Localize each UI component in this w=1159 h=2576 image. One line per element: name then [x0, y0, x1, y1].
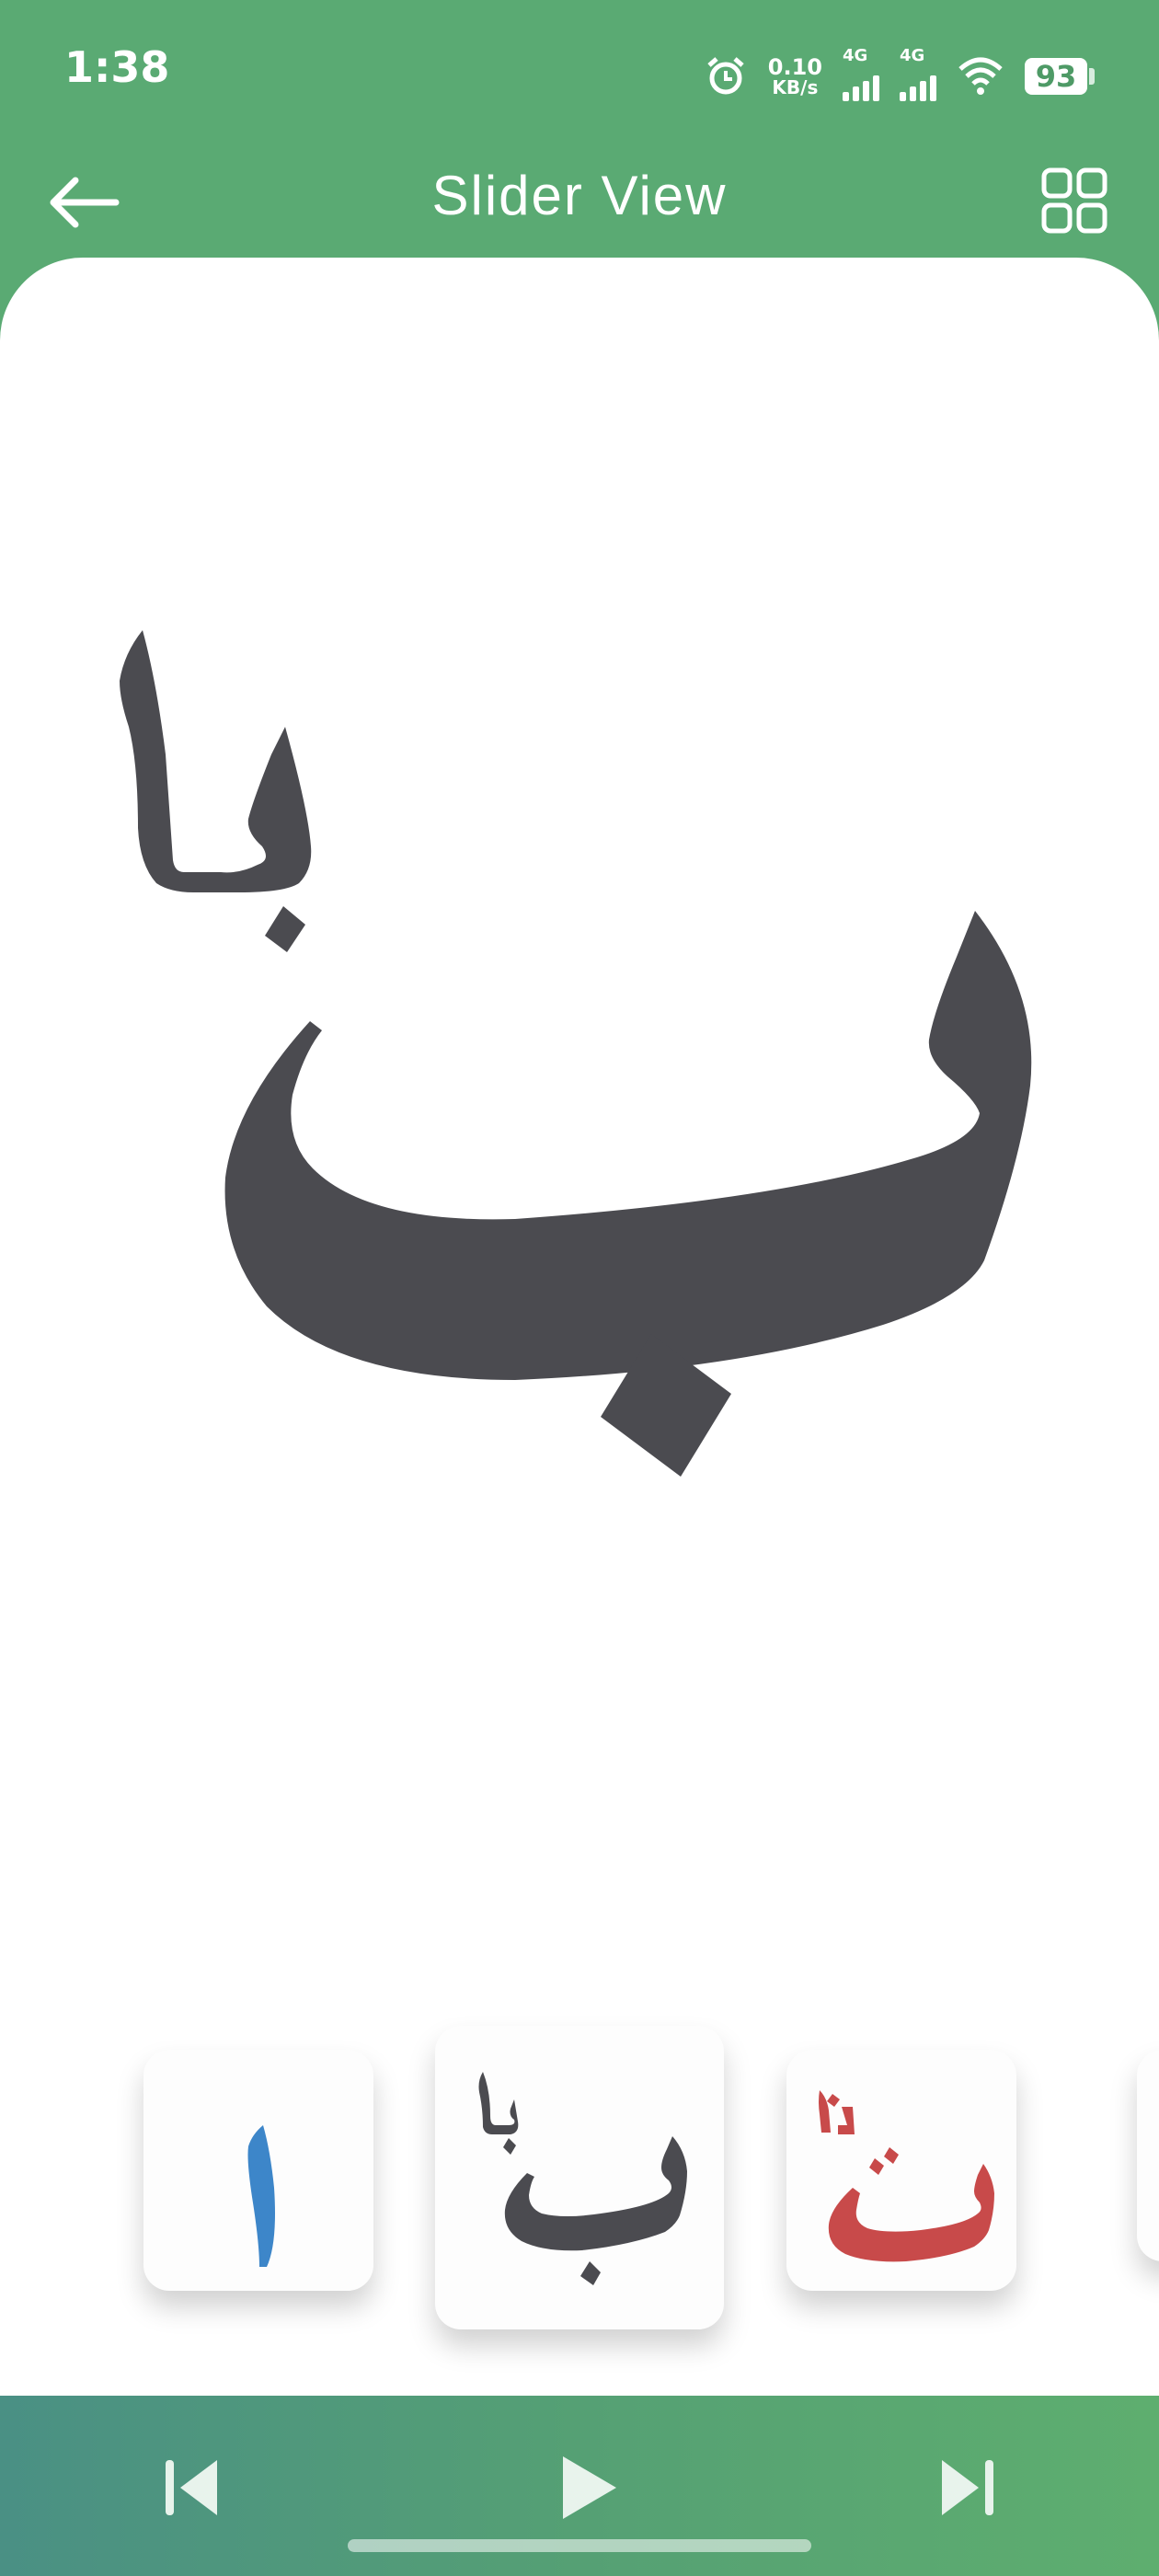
status-icons: 0.10 KB/s 4G 4G 93 — [704, 44, 1095, 109]
signal-icon: 4G — [900, 46, 936, 101]
sim1-label: 4G — [843, 46, 868, 65]
carousel-card-ta[interactable] — [786, 2050, 1016, 2291]
net-speed-value: 0.10 — [767, 54, 822, 80]
letter-ba — [478, 2072, 687, 2285]
letter-carousel[interactable] — [0, 2015, 1159, 2346]
letter-ta — [819, 2090, 994, 2262]
status-time: 1:38 — [64, 42, 170, 92]
carousel-card-ba[interactable] — [435, 2026, 724, 2329]
status-bar: 1:38 0.10 KB/s 4G 4G 93 — [0, 37, 1159, 110]
wifi-icon — [958, 57, 1003, 95]
grid-view-icon[interactable] — [1041, 167, 1107, 234]
net-speed-unit: KB/s — [772, 76, 819, 98]
home-indicator[interactable] — [348, 2539, 811, 2552]
letter-ba-large — [120, 630, 1032, 1477]
skip-next-icon[interactable] — [929, 2451, 1003, 2524]
carousel-card-alif[interactable] — [143, 2050, 373, 2291]
battery-level: 93 — [1025, 58, 1087, 95]
alarm-icon — [707, 57, 744, 95]
page-title: Slider View — [431, 165, 728, 226]
app-bar: Slider View — [0, 147, 1159, 248]
battery-icon: 93 — [1025, 58, 1095, 95]
skip-previous-icon[interactable] — [156, 2451, 230, 2524]
sim2-label: 4G — [900, 46, 925, 65]
net-speed: 0.10 KB/s — [768, 56, 822, 97]
play-icon[interactable] — [550, 2451, 624, 2524]
signal-icon: 4G — [843, 46, 879, 101]
carousel-card-next[interactable] — [1137, 2050, 1159, 2261]
letter-alif — [247, 2125, 275, 2267]
